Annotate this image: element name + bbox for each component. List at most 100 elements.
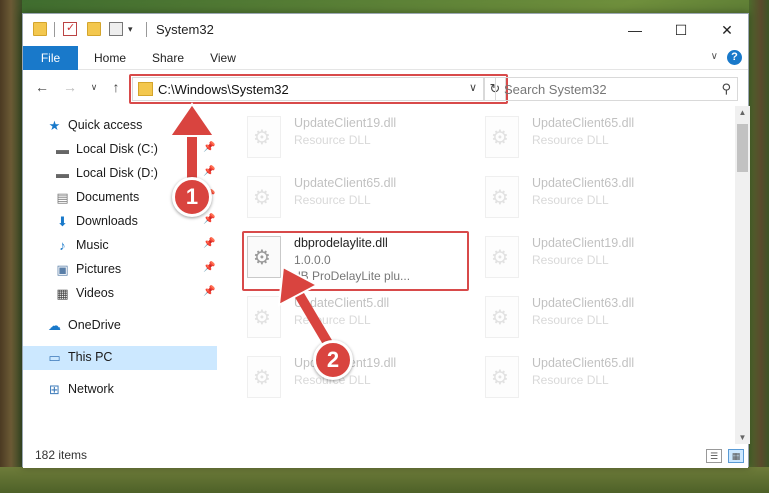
file-description: Resource DLL: [532, 193, 609, 207]
new-folder-icon[interactable]: [87, 22, 101, 36]
file-name: UpdateClient63.dll: [532, 296, 635, 310]
item-count: 182 items: [35, 448, 88, 462]
sidebar-item-pictures[interactable]: ▣ Pictures 📌: [23, 258, 217, 282]
network-icon: ⊞: [49, 382, 60, 397]
sidebar-item-this-pc[interactable]: ▭ This PC: [23, 346, 217, 370]
customize-toolbar-icon[interactable]: [109, 22, 123, 36]
details-view-icon[interactable]: ☰: [706, 449, 722, 463]
download-icon: ⬇: [57, 214, 68, 229]
file-name: UpdateClient65.dll: [532, 116, 635, 130]
file-description: Resource DLL: [532, 373, 609, 387]
background-tree-right: [749, 0, 769, 493]
window-title: System32: [156, 22, 214, 37]
tab-share[interactable]: Share: [143, 46, 193, 70]
vertical-scrollbar[interactable]: ▲ ▼: [735, 106, 750, 444]
background-grass: [0, 467, 769, 493]
sidebar-item-label: Downloads: [76, 214, 138, 228]
sidebar-item-videos[interactable]: ▦ Videos 📌: [23, 282, 217, 306]
dll-file-icon: [485, 176, 519, 218]
search-input[interactable]: Search System32: [504, 82, 607, 97]
sidebar-item-label: This PC: [68, 350, 113, 364]
music-icon: ♪: [59, 238, 66, 253]
cloud-icon: ☁: [48, 318, 61, 333]
tiles-view-icon[interactable]: ▦: [728, 449, 744, 463]
title-bar: ▾ System32 — ☐ ✕: [23, 14, 748, 46]
file-name: UpdateClient19.dll: [532, 236, 635, 250]
sidebar-item-label: Pictures: [76, 262, 122, 276]
sidebar-item-label: Network: [68, 382, 114, 396]
file-description: Resource DLL: [532, 313, 609, 327]
dll-file-icon: [485, 116, 519, 158]
pin-icon[interactable]: 📌: [203, 286, 215, 297]
file-name: UpdateClient19.dll: [294, 116, 397, 130]
file-description: Resource DLL: [294, 133, 371, 147]
step-1-badge: 1: [172, 177, 212, 217]
file-item[interactable]: UpdateClient63.dll Resource DLL: [481, 294, 711, 344]
step-2-badge: 2: [313, 340, 353, 380]
dll-file-icon: [485, 356, 519, 398]
sidebar-item-label: OneDrive: [68, 318, 121, 332]
file-item[interactable]: UpdateClient19.dll Resource DLL: [243, 114, 473, 164]
videos-icon: ▦: [56, 286, 69, 301]
sidebar-item-music[interactable]: ♪ Music 📌: [23, 234, 217, 258]
tab-home[interactable]: Home: [85, 46, 135, 70]
star-icon: ★: [48, 118, 61, 133]
dll-file-icon: [247, 116, 281, 158]
back-arrow-icon[interactable]: ←: [33, 78, 51, 96]
file-name: UpdateClient65.dll: [294, 176, 397, 190]
close-button[interactable]: ✕: [704, 14, 750, 46]
file-description: Resource DLL: [294, 193, 371, 207]
drive-icon: ▬: [56, 166, 69, 181]
tab-file[interactable]: File: [23, 46, 78, 70]
file-description: Resource DLL: [532, 253, 609, 267]
properties-icon[interactable]: [63, 21, 77, 36]
file-item[interactable]: UpdateClient63.dll Resource DLL: [481, 174, 711, 224]
pin-icon[interactable]: 📌: [203, 238, 215, 249]
minimize-button[interactable]: —: [612, 14, 658, 46]
navigation-bar: ← → ∨ ↑ C:\Windows\System32 ∨ ↻ Search S…: [23, 70, 748, 106]
file-item[interactable]: UpdateClient65.dll Resource DLL: [481, 114, 711, 164]
file-name: UpdateClient63.dll: [532, 176, 635, 190]
scroll-down-icon[interactable]: ▼: [735, 433, 750, 442]
pin-icon[interactable]: 📌: [203, 262, 215, 273]
help-icon[interactable]: ?: [727, 50, 742, 65]
file-item[interactable]: UpdateClient65.dll Resource DLL: [481, 354, 711, 404]
dll-file-icon: [485, 296, 519, 338]
file-item[interactable]: UpdateClient19.dll Resource DLL: [481, 234, 711, 284]
search-icon[interactable]: ⚲: [721, 81, 731, 97]
drive-icon: ▬: [56, 142, 69, 157]
ribbon-tabs: File Home Share View ∨ ?: [23, 46, 748, 70]
file-name: UpdateClient65.dll: [532, 356, 635, 370]
background-tree-left: [0, 0, 22, 493]
file-description: Resource DLL: [532, 133, 609, 147]
computer-icon: ▭: [48, 350, 61, 365]
pictures-icon: ▣: [56, 262, 69, 277]
sidebar-item-label: Local Disk (D:): [76, 166, 158, 180]
folder-icon[interactable]: [33, 22, 47, 36]
dll-file-icon: [485, 236, 519, 278]
toolbar-divider: [146, 22, 147, 37]
pin-icon[interactable]: 📌: [203, 214, 215, 225]
forward-arrow-icon[interactable]: →: [61, 78, 79, 96]
up-arrow-icon[interactable]: ↑: [107, 78, 125, 96]
toolbar-dropdown-icon[interactable]: ▾: [128, 22, 142, 36]
file-item[interactable]: UpdateClient65.dll Resource DLL: [243, 174, 473, 224]
dll-file-icon: [247, 176, 281, 218]
sidebar-item-label: Documents: [76, 190, 140, 204]
status-bar: 182 items ☰ ▦: [23, 444, 748, 468]
sidebar-item-label: Quick access: [68, 118, 143, 132]
scroll-up-icon[interactable]: ▲: [735, 108, 750, 117]
scrollbar-thumb[interactable]: [737, 124, 748, 172]
sidebar-item-label: Local Disk (C:): [76, 142, 158, 156]
search-box[interactable]: Search System32 ⚲: [495, 77, 738, 101]
recent-locations-icon[interactable]: ∨: [85, 78, 103, 96]
documents-icon: ▤: [56, 190, 69, 205]
sidebar-item-network[interactable]: ⊞ Network: [23, 378, 217, 402]
tab-view[interactable]: View: [200, 46, 246, 70]
maximize-button[interactable]: ☐: [658, 14, 704, 46]
expand-ribbon-icon[interactable]: ∨: [711, 51, 718, 62]
sidebar-item-onedrive[interactable]: ☁ OneDrive: [23, 314, 217, 338]
sidebar-item-label: Music: [76, 238, 109, 252]
sidebar-item-label: Videos: [76, 286, 114, 300]
toolbar-divider: [54, 22, 55, 37]
